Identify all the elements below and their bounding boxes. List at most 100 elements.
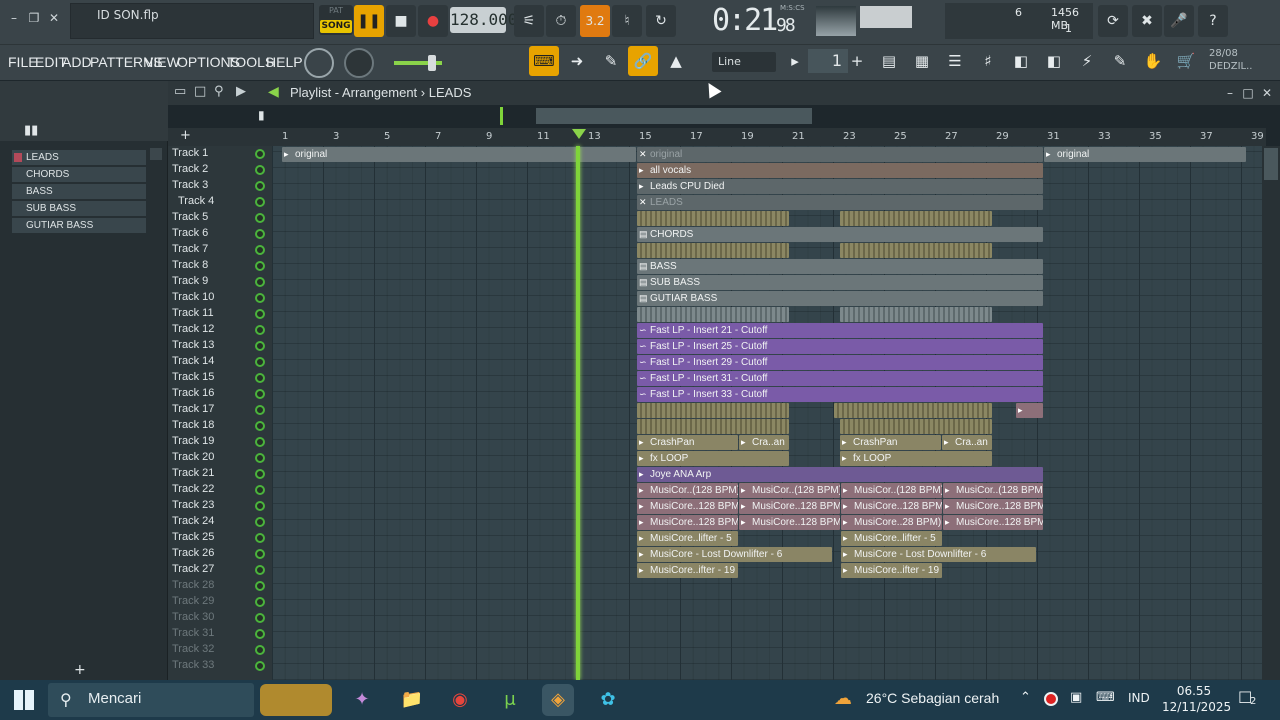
track-name[interactable]: Track 13 <box>172 339 214 351</box>
clip-crashpan[interactable]: ▸ CrashPan <box>637 435 738 450</box>
track-mute-led[interactable] <box>255 549 265 559</box>
track-mute-led[interactable] <box>255 597 265 607</box>
close-icon[interactable]: ✕ <box>46 10 62 26</box>
clip-musicore[interactable]: ▸ MusiCor..(128 BPM) <box>943 483 1043 498</box>
clip-original[interactable]: ▸ original <box>282 147 636 162</box>
clip-sub-bass[interactable]: ▤ SUB BASS <box>637 275 1043 290</box>
display-icon[interactable]: ▣ <box>1070 690 1082 705</box>
clip-musicore[interactable]: ▸ MusiCore..28 BPM) <box>841 515 942 530</box>
track-mute-led[interactable] <box>255 357 265 367</box>
step-edit-icon[interactable]: ♮ <box>612 5 642 37</box>
pattern-prev-icon[interactable]: ▸ <box>786 46 804 76</box>
news-panel[interactable]: 28/08 DEDZIL.. <box>1209 47 1252 73</box>
clip-crashpan-short[interactable]: ▸ Cra..an <box>739 435 789 450</box>
track-name[interactable]: Track 12 <box>172 323 214 335</box>
track-mute-led[interactable] <box>255 229 265 239</box>
clip-musicore[interactable]: ▸ MusiCore..128 BPM) <box>841 499 942 514</box>
track-mute-led[interactable] <box>255 629 265 639</box>
clip-downlifter[interactable]: ▸ MusiCore - Lost Downlifter - 6 <box>637 547 832 562</box>
taskbar-clock[interactable]: 06.55 12/11/2025 <box>1162 683 1231 715</box>
track-name[interactable]: Track 20 <box>172 451 214 463</box>
arrow-left-icon[interactable]: ◀ <box>268 84 279 100</box>
picker-item-sub-bass[interactable]: SUB BASS <box>12 201 146 216</box>
pencil-draw-icon[interactable]: ✎ <box>596 46 626 76</box>
tools-icon[interactable]: ✖ <box>1132 5 1162 37</box>
track-name[interactable]: Track 21 <box>172 467 214 479</box>
cart-icon[interactable]: 🛒 <box>1171 46 1201 76</box>
track-name[interactable]: Track 10 <box>172 291 214 303</box>
track-mute-led[interactable] <box>255 581 265 591</box>
record-tray-icon[interactable] <box>1044 692 1058 706</box>
track-mute-led[interactable] <box>255 165 265 175</box>
track-mute-led[interactable] <box>255 645 265 655</box>
notification-icon[interactable]: ☐ 2 <box>1238 688 1262 712</box>
track-mute-led[interactable] <box>255 517 265 527</box>
track-name[interactable]: Track 22 <box>172 483 214 495</box>
menu-add[interactable]: ADD <box>62 54 92 70</box>
clip-pattern-notes[interactable] <box>637 419 789 434</box>
track-name[interactable]: Track 33 <box>172 659 214 671</box>
clip-musicore[interactable]: ▸ MusiCor..(128 BPM) <box>637 483 738 498</box>
pattern-length-badge[interactable]: 3.2 <box>580 5 610 37</box>
refresh-icon[interactable]: ⟳ <box>1098 5 1128 37</box>
windows-start-icon[interactable] <box>14 690 34 710</box>
channel-rack-icon[interactable]: ☰ <box>940 46 970 76</box>
piano-keys-icon[interactable]: ▮▮ <box>24 123 38 138</box>
track-name[interactable]: Track 1 <box>172 147 208 159</box>
clip-pattern-notes[interactable] <box>637 211 789 226</box>
plugin-icon[interactable]: ◧ <box>1039 46 1069 76</box>
track-name[interactable]: Track 27 <box>172 563 214 575</box>
browser-icon[interactable]: ◧ <box>1006 46 1036 76</box>
volume-slider-handle[interactable] <box>428 55 436 71</box>
track-name[interactable]: Track 16 <box>172 387 214 399</box>
playlist-minimize-icon[interactable]: – <box>1222 85 1238 101</box>
clip-pattern-notes[interactable] <box>637 307 789 322</box>
wait-record-icon[interactable]: ⏱ <box>546 5 576 37</box>
playlist-icon[interactable]: ▤ <box>874 46 904 76</box>
clip-all-vocals[interactable]: ▸ all vocals <box>637 163 1043 178</box>
pattern-number[interactable]: 1 <box>808 49 848 73</box>
add-pattern-icon[interactable]: + <box>74 662 86 678</box>
language-indicator[interactable]: IND <box>1128 691 1150 705</box>
track-mute-led[interactable] <box>255 197 265 207</box>
track-mute-led[interactable] <box>255 261 265 271</box>
plug-icon[interactable]: ⚡ <box>1072 46 1102 76</box>
track-mute-led[interactable] <box>255 213 265 223</box>
track-name[interactable]: Track 4 <box>178 195 214 207</box>
tempo-display[interactable]: 128.000 <box>450 7 517 33</box>
brush-icon[interactable]: ✎ <box>1105 46 1135 76</box>
clip-fx-loop[interactable]: ▸ fx LOOP <box>637 451 789 466</box>
next-pattern-icon[interactable]: ➜ <box>562 46 592 76</box>
track-name[interactable]: Track 18 <box>172 419 214 431</box>
track-name[interactable]: Track 9 <box>172 275 208 287</box>
clip-pattern-notes[interactable] <box>834 403 992 418</box>
clip-bass[interactable]: ▤ BASS <box>637 259 1043 274</box>
track-mute-led[interactable] <box>255 405 265 415</box>
clip-fx-loop[interactable]: ▸ fx LOOP <box>840 451 992 466</box>
picker-item-gutiar-bass[interactable]: GUTIAR BASS <box>12 218 146 233</box>
clip-crashpan[interactable]: ▸ CrashPan <box>840 435 941 450</box>
clip-musicore-lifter[interactable]: ▸ MusiCore..lifter - 5 <box>841 531 942 546</box>
clip-automation[interactable]: ∽ Fast LP - Insert 33 - Cutoff <box>637 387 1043 402</box>
master-pitch-knob[interactable] <box>344 48 374 78</box>
clip-chords[interactable]: ▤ CHORDS <box>637 227 1043 242</box>
zoom-icon[interactable]: ⚲ <box>214 84 224 99</box>
slice-icon[interactable]: ▭ <box>174 84 186 99</box>
track-name[interactable]: Track 2 <box>172 163 208 175</box>
stop-button[interactable]: ■ <box>386 5 416 37</box>
track-mute-led[interactable] <box>255 501 265 511</box>
playhead-marker-icon[interactable] <box>572 129 586 139</box>
clip-downlifter[interactable]: ▸ MusiCore - Lost Downlifter - 6 <box>841 547 1036 562</box>
track-name[interactable]: Track 28 <box>172 579 214 591</box>
track-mute-led[interactable] <box>255 437 265 447</box>
edge-icon[interactable]: ✿ <box>592 684 624 716</box>
clip-pattern-notes[interactable] <box>840 307 992 322</box>
clip-musicore[interactable]: ▸ MusiCor..(128 BPM) <box>739 483 840 498</box>
clip-automation[interactable]: ∽ Fast LP - Insert 31 - Cutoff <box>637 371 1043 386</box>
piano-icon[interactable]: ▮ <box>258 108 265 122</box>
clip-pattern-notes[interactable] <box>840 211 992 226</box>
utorrent-icon[interactable]: μ <box>494 684 526 716</box>
track-name[interactable]: Track 8 <box>172 259 208 271</box>
clip-original-muted[interactable]: ✕ original <box>637 147 1043 162</box>
menu-view[interactable]: VIEW <box>144 54 180 70</box>
